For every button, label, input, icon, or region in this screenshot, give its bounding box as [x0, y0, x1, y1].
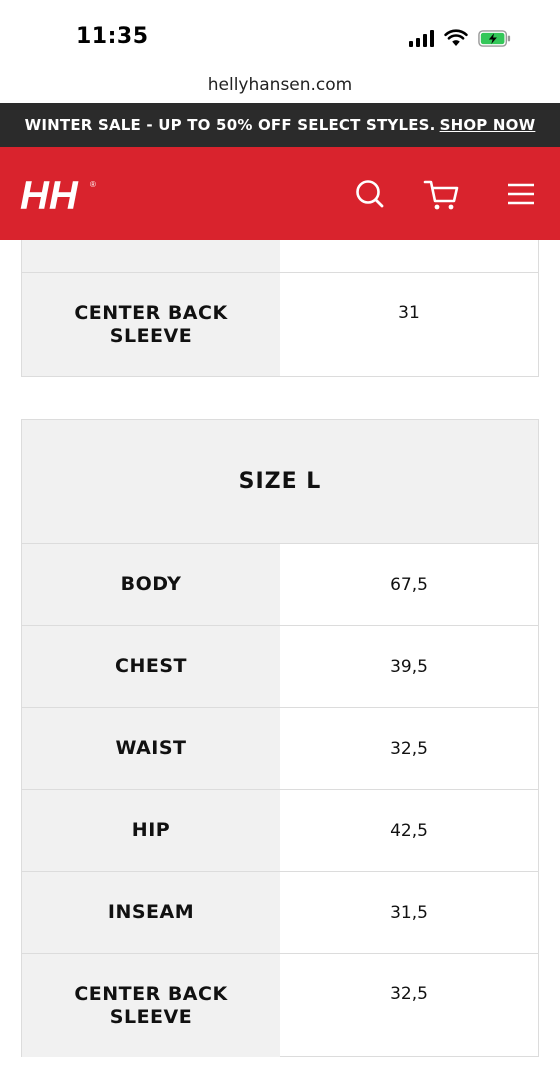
svg-text:®: ®: [90, 180, 96, 189]
promo-banner: WINTER SALE - UP TO 50% OFF SELECT STYLE…: [0, 103, 560, 147]
shop-now-link[interactable]: SHOP NOW: [440, 116, 536, 134]
table-row: WAIST 32,5: [22, 707, 538, 789]
row-label: INSEAM: [22, 872, 280, 953]
cart-icon: [423, 180, 459, 210]
row-label: WAIST: [22, 708, 280, 789]
row-value: 67,5: [390, 574, 428, 595]
table-row: [22, 240, 538, 272]
row-label: BODY: [22, 544, 280, 625]
row-value: 39,5: [390, 656, 428, 677]
svg-text:HH: HH: [20, 175, 79, 215]
row-label: CENTER BACK SLEEVE: [22, 273, 280, 376]
search-icon: [356, 180, 384, 208]
cellular-signal-icon: [409, 29, 434, 47]
size-table-l: SIZE L BODY 67,5 CHEST 39,5 WAIST 32,5 H…: [21, 419, 539, 1057]
menu-button[interactable]: [500, 174, 540, 214]
row-value: 32,5: [390, 738, 428, 759]
row-value: 31: [398, 303, 420, 323]
battery-charging-icon: [478, 29, 511, 47]
row-label: HIP: [22, 790, 280, 871]
row-value: 32,5: [390, 984, 428, 1004]
table-row: INSEAM 31,5: [22, 871, 538, 953]
row-value: 31,5: [390, 902, 428, 923]
table-row: CHEST 39,5: [22, 625, 538, 707]
row-label: CHEST: [22, 626, 280, 707]
table-row: BODY 67,5: [22, 543, 538, 625]
row-value: 42,5: [390, 820, 428, 841]
cart-button[interactable]: [422, 174, 462, 214]
status-time: 11:35: [76, 24, 149, 49]
site-header: HH ®: [0, 147, 560, 240]
browser-url[interactable]: hellyhansen.com: [0, 70, 560, 104]
row-value: [280, 240, 538, 272]
row-label: CENTER BACK SLEEVE: [22, 954, 280, 1057]
table-row: CENTER BACK SLEEVE 32,5: [22, 953, 538, 1057]
size-title: SIZE L: [22, 420, 538, 543]
promo-text: WINTER SALE - UP TO 50% OFF SELECT STYLE…: [24, 116, 436, 134]
table-row: HIP 42,5: [22, 789, 538, 871]
helly-hansen-logo[interactable]: HH ®: [20, 175, 100, 215]
search-button[interactable]: [350, 174, 390, 214]
row-label: [22, 240, 280, 272]
wifi-icon: [444, 29, 468, 46]
size-table-previous: CENTER BACK SLEEVE 31: [21, 240, 539, 377]
table-row: CENTER BACK SLEEVE 31: [22, 272, 538, 376]
status-bar: 11:35: [0, 0, 560, 70]
menu-icon: [508, 183, 534, 205]
status-icons: [409, 26, 512, 50]
